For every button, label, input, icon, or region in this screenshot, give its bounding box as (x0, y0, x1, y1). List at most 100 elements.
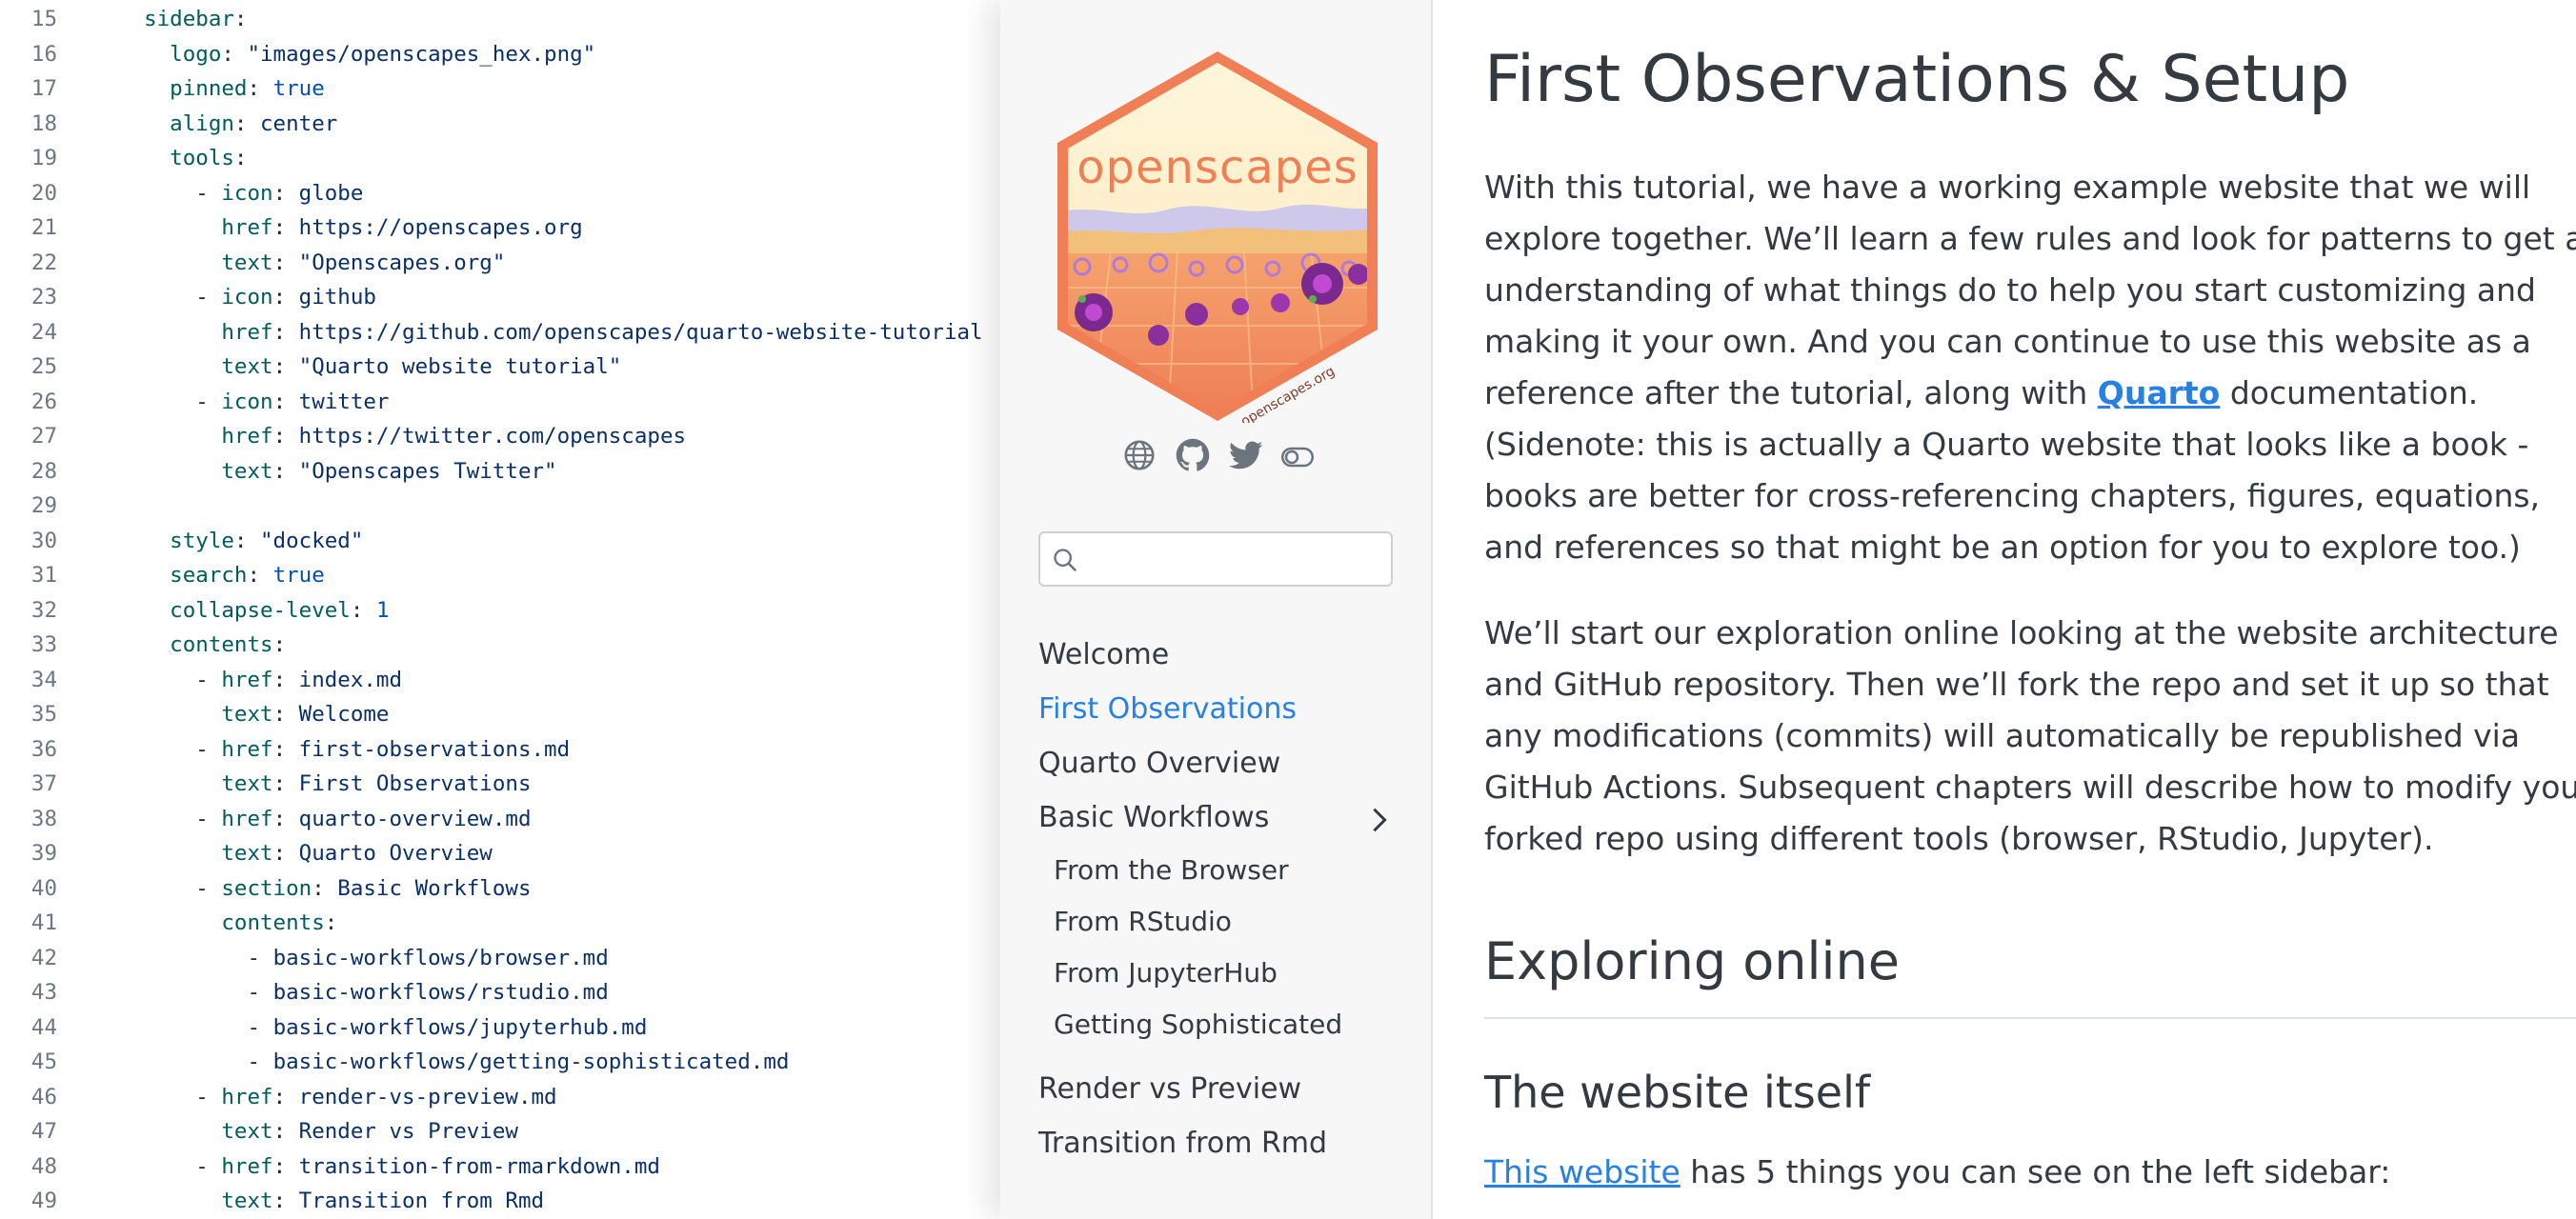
code-token: : (272, 632, 287, 657)
line-number: 42 (30, 945, 57, 970)
code-text: text: Welcome (118, 697, 389, 731)
sidebar-item-first-observations[interactable]: First Observations (1038, 689, 1297, 730)
code-token: : (272, 702, 299, 727)
code-token: https://twitter.com/openscapes (298, 424, 687, 449)
sidebar-item-from-rstudio[interactable]: From RStudio (1054, 901, 1232, 943)
code-text: pinned: true (118, 71, 325, 106)
sidebar-item-transition-from-rmd[interactable]: Transition from Rmd (1038, 1123, 1327, 1165)
globe-icon[interactable] (1122, 438, 1157, 472)
openscapes-logo[interactable]: openscapes openscapes.org (1054, 50, 1381, 423)
main-content: First Observations & Setup With this tut… (1433, 0, 2576, 1219)
code-token: basic-workflows/rstudio.md (272, 980, 609, 1005)
sidebar-item-getting-sophisticated[interactable]: Getting Sophisticated (1054, 1004, 1342, 1046)
code-token: : (272, 250, 299, 275)
sidebar-item-render-vs-preview[interactable]: Render vs Preview (1038, 1069, 1301, 1110)
code-token: href (118, 424, 273, 449)
code-token: contents (118, 910, 325, 935)
code-token: : (272, 841, 299, 866)
sidebar-item-quarto-overview[interactable]: Quarto Overview (1038, 743, 1280, 785)
code-token: text (118, 771, 273, 796)
code-token: icon (221, 389, 273, 414)
sidebar-item-from-jupyterhub[interactable]: From JupyterHub (1054, 952, 1278, 994)
code-token: - (118, 736, 222, 762)
line-number: 40 (30, 875, 57, 901)
chevron-right-icon[interactable] (1368, 806, 1391, 834)
sidebar-section-basic-workflows[interactable]: Basic Workflows (1038, 797, 1269, 839)
code-token: : (312, 875, 338, 901)
code-token: : (233, 146, 248, 170)
line-number: 29 (30, 493, 57, 518)
github-icon[interactable] (1176, 438, 1210, 472)
code-text: - href: index.md (118, 663, 402, 697)
quarto-link[interactable]: Quarto (2098, 374, 2221, 411)
line-number: 41 (30, 910, 57, 935)
code-text: - basic-workflows/rstudio.md (118, 975, 609, 1009)
code-token: : (272, 771, 299, 796)
code-token: true (272, 563, 325, 588)
code-text: search: true (118, 558, 325, 592)
code-token: icon (221, 285, 273, 310)
code-token: transition-from-rmarkdown.md (298, 1153, 660, 1179)
code-token: basic-workflows/browser.md (272, 945, 609, 970)
code-text: - basic-workflows/getting-sophisticated.… (118, 1045, 789, 1079)
line-number: 38 (30, 806, 57, 831)
line-number: 37 (30, 771, 57, 796)
code-text: - icon: github (118, 280, 376, 314)
code-token: Basic Workflows (337, 875, 532, 901)
line-number: 35 (30, 702, 57, 727)
sidebar-item-from-the-browser[interactable]: From the Browser (1054, 849, 1289, 891)
code-text: align: center (118, 107, 337, 141)
code-token: : (233, 528, 261, 553)
this-website-link[interactable]: This website (1484, 1153, 1680, 1190)
code-token: href (221, 1084, 273, 1109)
code-token: Render vs Preview (298, 1119, 518, 1144)
code-text: tools: (118, 141, 247, 175)
code-text: collapse-level: 1 (118, 593, 389, 628)
search-input[interactable] (1096, 541, 1385, 579)
code-text: href: https://openscapes.org (118, 210, 583, 245)
code-token: section (221, 875, 312, 901)
line-number: 46 (30, 1084, 57, 1109)
logo-wordmark: openscapes (1077, 141, 1358, 194)
code-token: text (118, 354, 273, 379)
code-token: "docked" (260, 528, 364, 553)
section-heading-exploring-online: Exploring online (1484, 931, 1900, 991)
line-number: 26 (30, 389, 57, 414)
code-text: text: Render vs Preview (118, 1114, 518, 1149)
code-text: text: "Openscapes.org" (118, 246, 505, 280)
line-number: 18 (30, 110, 57, 136)
code-token: render-vs-preview.md (298, 1084, 557, 1109)
code-editor[interactable]: 15 sidebar: 16 logo: "images/openscapes_h… (0, 0, 1000, 1219)
code-token: Transition from Rmd (298, 1189, 545, 1213)
code-token: 1 (375, 597, 390, 623)
code-token: : (272, 215, 299, 240)
line-number: 45 (30, 1049, 57, 1074)
line-number: 21 (30, 215, 57, 240)
code-token: twitter (298, 389, 390, 414)
line-number: 43 (30, 980, 57, 1005)
code-token: href (118, 215, 273, 240)
code-token: Welcome (298, 702, 390, 727)
line-number: 16 (30, 41, 57, 67)
page-title: First Observations & Setup (1484, 42, 2350, 117)
code-token: text (118, 250, 273, 275)
code-text: contents: (118, 906, 337, 940)
code-token: : (272, 1119, 299, 1144)
code-text: - href: render-vs-preview.md (118, 1080, 557, 1114)
line-number: 28 (30, 458, 57, 484)
search-box[interactable] (1038, 531, 1393, 587)
line-number: 17 (30, 76, 57, 101)
line-number: 33 (30, 632, 57, 657)
line-number: 15 (30, 7, 57, 31)
code-token: pinned (118, 76, 248, 101)
code-token: : (272, 806, 299, 831)
code-token: text (118, 702, 273, 727)
sidebar-item-welcome[interactable]: Welcome (1038, 634, 1169, 676)
toggle-icon[interactable] (1280, 440, 1315, 474)
code-token: collapse-level (118, 597, 351, 623)
twitter-icon[interactable] (1229, 438, 1263, 472)
code-token: icon (221, 180, 273, 206)
code-token: first-observations.md (298, 736, 571, 762)
code-token: : (272, 736, 299, 762)
code-token: https://openscapes.org (298, 215, 583, 240)
